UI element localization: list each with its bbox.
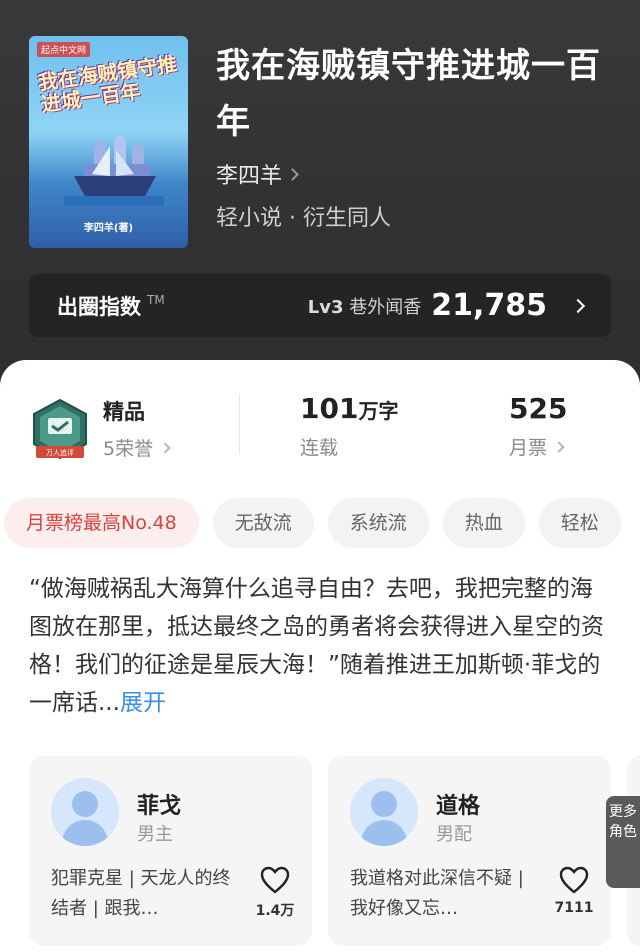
honors-link: 5荣誉 <box>103 434 171 461</box>
tag-ranking[interactable]: 月票榜最高No.48 <box>4 498 199 548</box>
expand-link[interactable]: 展开 <box>120 690 166 716</box>
more-roles-button[interactable]: 更多角色 <box>606 796 640 888</box>
character-name: 菲戈 <box>137 794 182 819</box>
influence-label: 出圈指数 <box>57 294 141 319</box>
book-genre: 轻小说 · 衍生同人 <box>216 206 391 231</box>
cover-author: 李四羊(著) <box>83 223 134 234</box>
stat-divider <box>239 394 240 454</box>
chevron-right-icon <box>286 167 299 181</box>
influence-level: Lv3 巷外闻香 <box>307 296 422 318</box>
character-desc: 犯罪克星 | 天龙人的终结者 | 跟我… <box>51 868 231 919</box>
monthly-ticket-link: 月票 <box>509 433 567 460</box>
person-silhouette-icon <box>360 791 408 846</box>
svg-text:万人追评: 万人追评 <box>46 448 74 457</box>
tag-list: 月票榜最高No.48 无敌流 系统流 热血 轻松 <box>4 498 621 548</box>
book-cover[interactable]: 起点中文网 我在海贼镇守推进城一百年 李四羊(著) <box>29 36 188 248</box>
character-desc: 我道格对此深信不疑 | 我好像又忘… <box>350 868 524 919</box>
honor-badge-icon[interactable]: 万人追评 <box>30 398 90 462</box>
avatar <box>350 778 418 846</box>
book-header: 起点中文网 我在海贼镇守推进城一百年 李四羊(著) 我在海贼镇守推进城一百年 李… <box>0 0 640 400</box>
character-role: 男主 <box>137 824 173 845</box>
character-name: 道格 <box>436 794 481 819</box>
chevron-right-icon <box>159 441 171 454</box>
monthly-ticket-stat[interactable]: 525 月票 <box>509 392 567 460</box>
cover-title-art: 我在海贼镇守推进城一百年 <box>36 51 179 117</box>
influence-index-bar[interactable]: 出圈指数 TM Lv3 巷外闻香 21,785 <box>29 274 611 337</box>
chevron-right-icon <box>570 298 586 313</box>
tag-item[interactable]: 热血 <box>442 498 525 548</box>
word-count-stat: 101万字 连载 <box>300 392 398 460</box>
avatar <box>51 778 119 846</box>
author-name: 李四羊 <box>216 164 283 189</box>
synopsis[interactable]: “做海贼祸乱大海算什么追寻自由？去吧，我把完整的海图放在那里，抵达最终之岛的勇者… <box>29 570 609 722</box>
person-silhouette-icon <box>61 791 109 846</box>
author-link[interactable]: 李四羊 <box>216 158 299 190</box>
heart-icon <box>559 866 589 894</box>
word-count: 101万字 <box>300 392 399 425</box>
like-button[interactable]: 1.4万 <box>255 866 295 920</box>
synopsis-text: “做海贼祸乱大海算什么追寻自由？去吧，我把完整的海图放在那里，抵达最终之岛的勇者… <box>29 576 604 716</box>
like-count: 7111 <box>554 900 594 916</box>
like-button[interactable]: 7111 <box>554 866 594 916</box>
tag-item[interactable]: 无敌流 <box>212 498 314 548</box>
quality-label: 精品 <box>103 400 145 424</box>
like-count: 1.4万 <box>255 903 295 919</box>
tag-item[interactable]: 系统流 <box>327 498 429 548</box>
heart-icon <box>260 866 290 894</box>
character-card[interactable]: 道格 男配 我道格对此深信不疑 | 我好像又忘… 7111 <box>328 756 611 946</box>
book-detail-sheet: 万人追评 精品 5荣誉 101万字 连载 525 月票 月票榜最高No.48 无… <box>0 360 640 952</box>
chevron-right-icon <box>553 440 565 453</box>
character-role: 男配 <box>436 824 472 845</box>
serial-status: 连载 <box>300 437 339 459</box>
influence-value-group: Lv3 巷外闻香 21,785 <box>307 288 586 323</box>
trademark-mark: TM <box>147 292 165 307</box>
quality-stat[interactable]: 精品 5荣誉 <box>103 396 171 461</box>
influence-value: 21,785 <box>431 288 547 323</box>
stats-row: 万人追评 精品 5荣誉 101万字 连载 525 月票 <box>0 390 640 470</box>
tag-item[interactable]: 轻松 <box>538 498 621 548</box>
monthly-ticket-count: 525 <box>509 392 568 425</box>
character-card[interactable]: 菲戈 男主 犯罪克星 | 天龙人的终结者 | 跟我… 1.4万 <box>29 756 312 946</box>
ship-illustration <box>64 136 164 206</box>
publisher-logo: 起点中文网 <box>37 42 91 57</box>
book-title: 我在海贼镇守推进城一百年 <box>216 46 601 142</box>
character-list: 菲戈 男主 犯罪克星 | 天龙人的终结者 | 跟我… 1.4万 道格 男配 我道… <box>29 756 640 946</box>
